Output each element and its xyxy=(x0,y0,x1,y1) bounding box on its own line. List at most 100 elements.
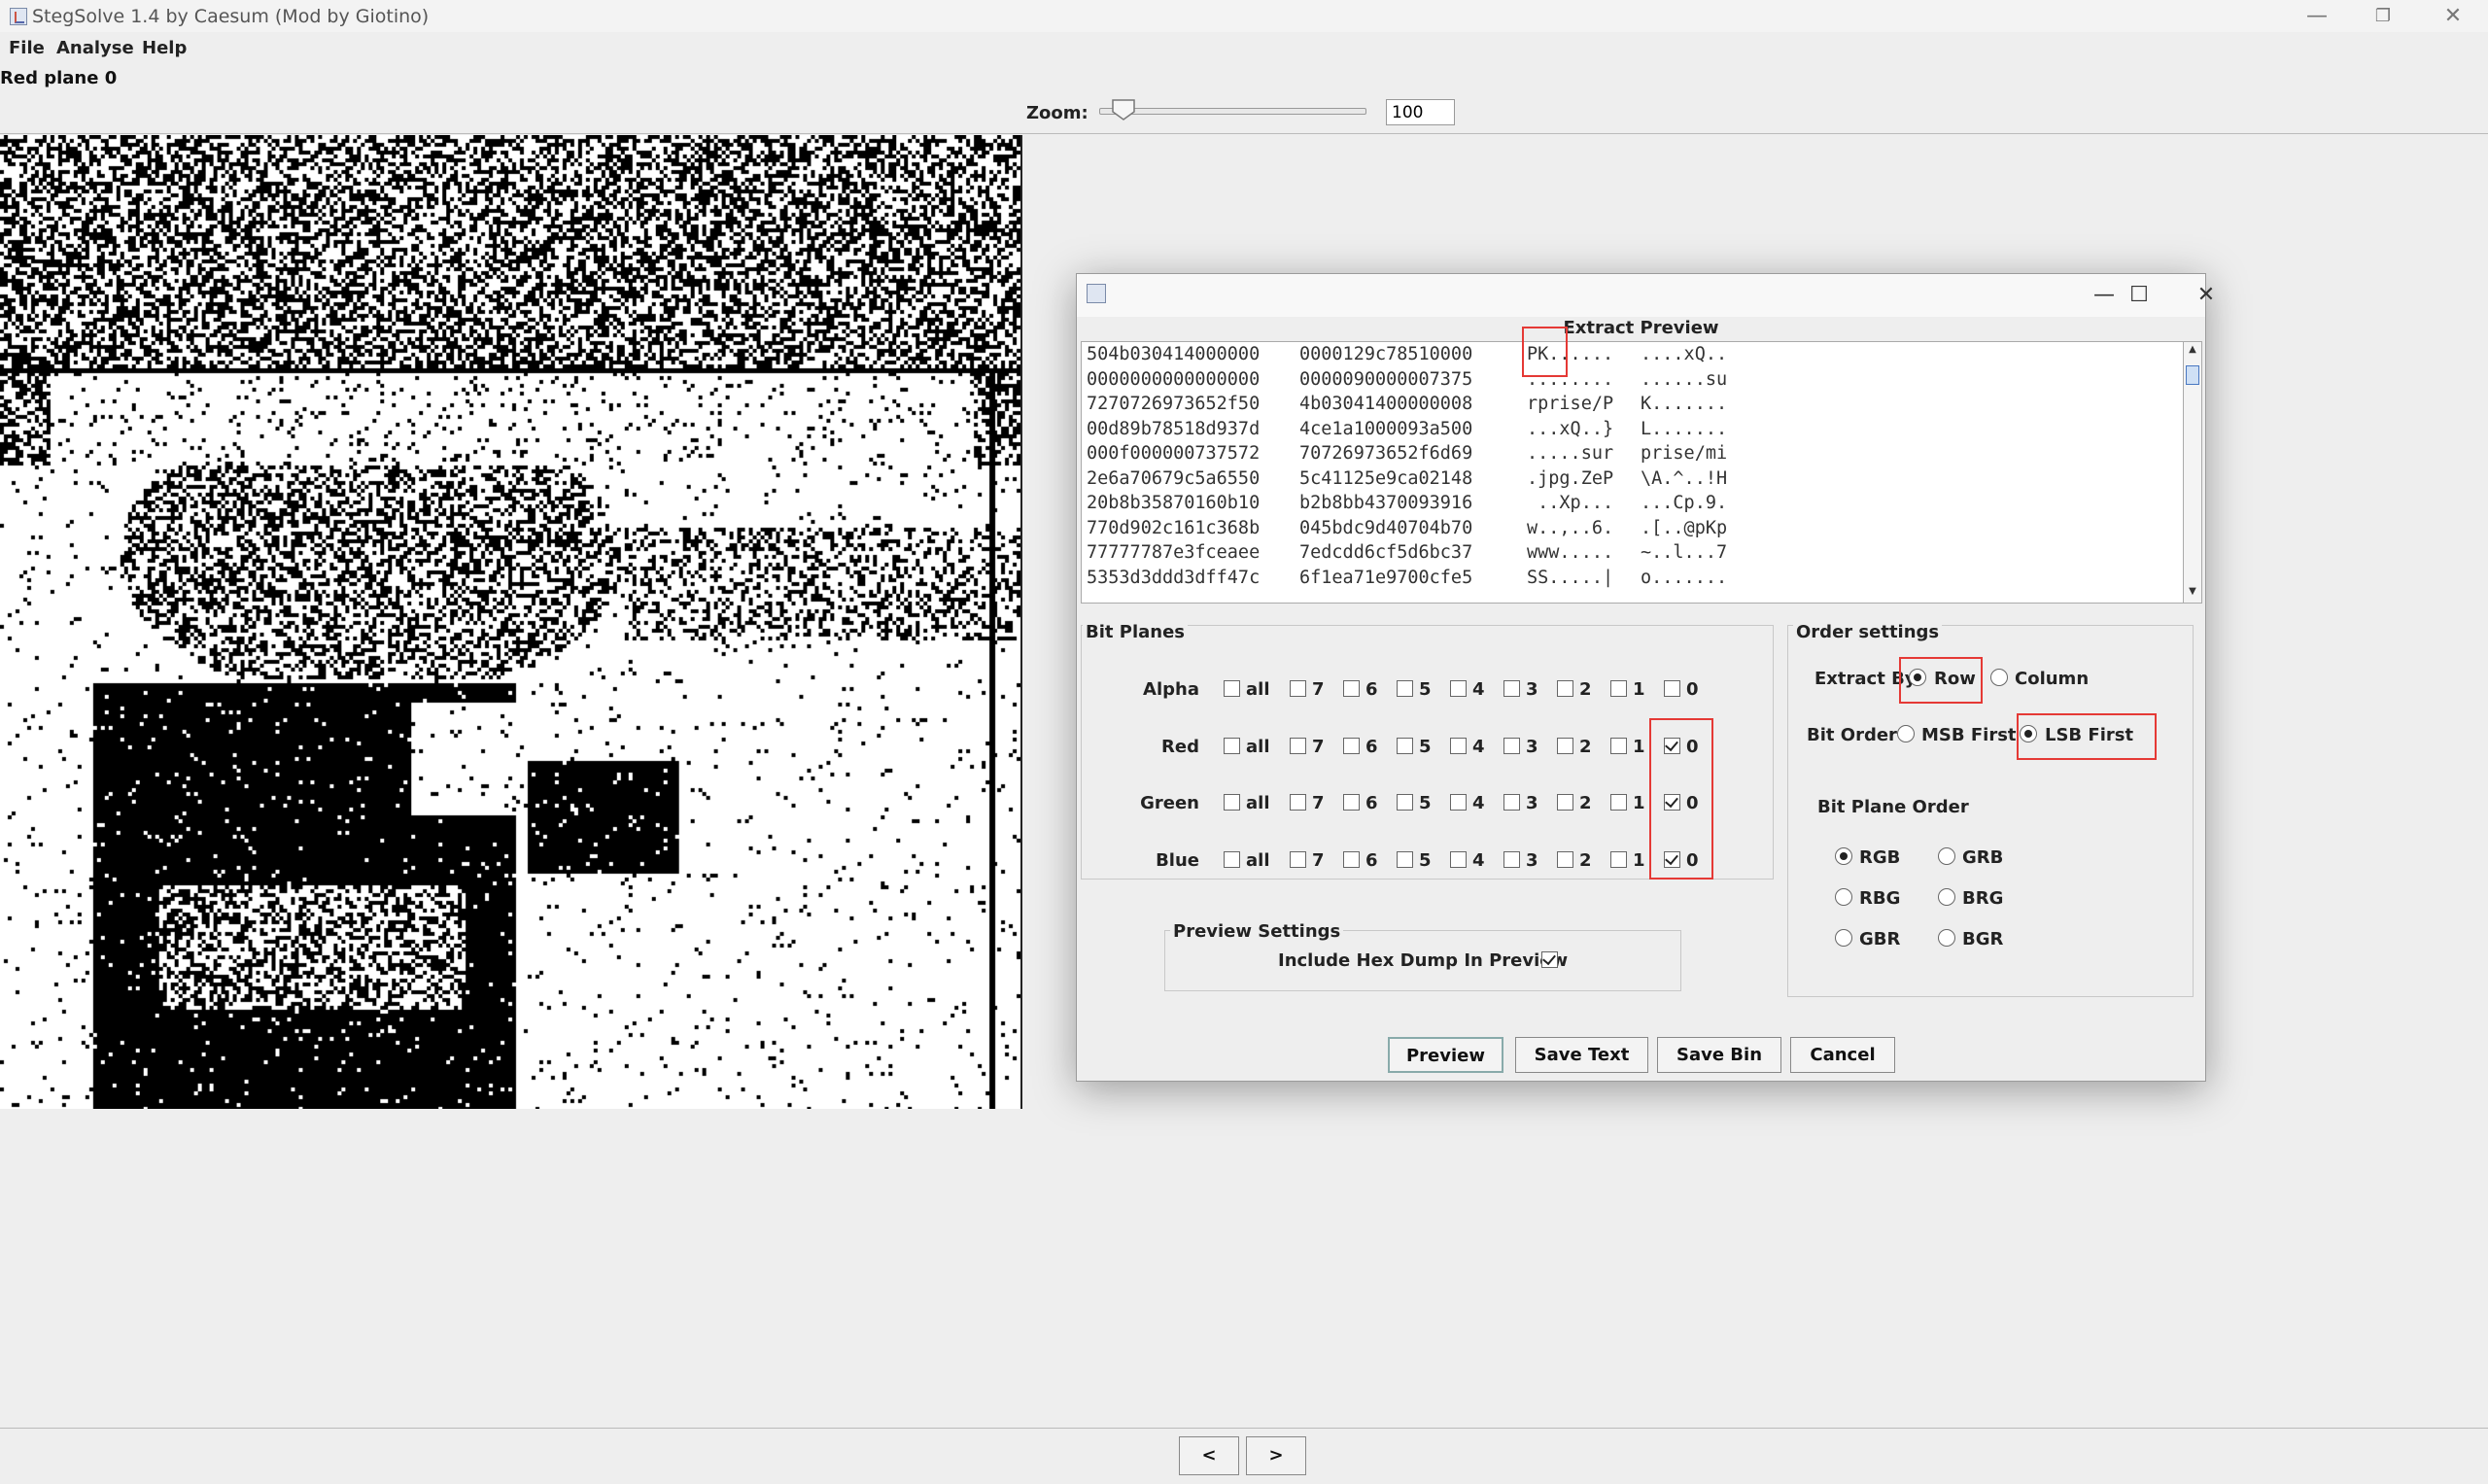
menu-help[interactable]: Help xyxy=(142,38,187,58)
scroll-thumb[interactable] xyxy=(2186,365,2199,385)
red-bit-4-label[interactable]: 4 xyxy=(1472,737,1485,757)
blue-bit-4-label[interactable]: 4 xyxy=(1472,850,1485,871)
plane-order-rbg-label[interactable]: RBG xyxy=(1859,888,1900,909)
alpha-bit-6-checkbox[interactable] xyxy=(1343,680,1360,697)
green-bit-5-checkbox[interactable] xyxy=(1397,794,1413,811)
dialog-maximize-button[interactable]: ☐ xyxy=(2106,274,2172,317)
hexdump-label[interactable]: Include Hex Dump In Preview xyxy=(1278,950,1568,971)
hexdump-checkbox[interactable] xyxy=(1541,951,1558,968)
red-bit-6-label[interactable]: 6 xyxy=(1365,737,1378,757)
alpha-bit-5-label[interactable]: 5 xyxy=(1419,679,1432,700)
menu-analyse[interactable]: Analyse xyxy=(56,38,134,58)
blue-bit-7-checkbox[interactable] xyxy=(1290,851,1306,868)
alpha-bit-2-checkbox[interactable] xyxy=(1557,680,1573,697)
red-bit-3-label[interactable]: 3 xyxy=(1526,737,1538,757)
green-bit-5-label[interactable]: 5 xyxy=(1419,793,1432,813)
minimize-button[interactable]: — xyxy=(2284,0,2350,32)
green-bit-1-checkbox[interactable] xyxy=(1610,794,1627,811)
close-button[interactable]: ✕ xyxy=(2420,0,2486,32)
green-bit-all-label[interactable]: all xyxy=(1246,793,1270,813)
blue-bit-5-label[interactable]: 5 xyxy=(1419,850,1432,871)
blue-bit-4-checkbox[interactable] xyxy=(1450,851,1467,868)
plane-order-rbg-radio[interactable] xyxy=(1835,888,1852,906)
alpha-bit-2-label[interactable]: 2 xyxy=(1579,679,1592,700)
red-bit-4-checkbox[interactable] xyxy=(1450,738,1467,754)
blue-bit-6-checkbox[interactable] xyxy=(1343,851,1360,868)
preview-button[interactable]: Preview xyxy=(1388,1037,1503,1073)
cancel-button[interactable]: Cancel xyxy=(1790,1037,1895,1073)
green-bit-4-label[interactable]: 4 xyxy=(1472,793,1485,813)
save-bin-button[interactable]: Save Bin xyxy=(1657,1037,1781,1073)
alpha-bit-0-checkbox[interactable] xyxy=(1664,680,1680,697)
red-bit-1-checkbox[interactable] xyxy=(1610,738,1627,754)
alpha-bit-all-label[interactable]: all xyxy=(1246,679,1270,700)
alpha-bit-all-checkbox[interactable] xyxy=(1224,680,1240,697)
prev-button[interactable]: < xyxy=(1179,1436,1239,1475)
red-bit-1-label[interactable]: 1 xyxy=(1633,737,1645,757)
plane-order-rgb-label[interactable]: RGB xyxy=(1859,847,1900,868)
green-bit-all-checkbox[interactable] xyxy=(1224,794,1240,811)
plane-order-gbr-label[interactable]: GBR xyxy=(1859,929,1900,949)
alpha-bit-5-checkbox[interactable] xyxy=(1397,680,1413,697)
msb-first-radio[interactable] xyxy=(1897,725,1915,742)
plane-order-brg-radio[interactable] xyxy=(1938,888,1955,906)
blue-bit-6-label[interactable]: 6 xyxy=(1365,850,1378,871)
green-bit-1-label[interactable]: 1 xyxy=(1633,793,1645,813)
alpha-bit-7-label[interactable]: 7 xyxy=(1312,679,1325,700)
blue-bit-2-checkbox[interactable] xyxy=(1557,851,1573,868)
menu-file[interactable]: File xyxy=(9,38,45,58)
green-bit-7-label[interactable]: 7 xyxy=(1312,793,1325,813)
red-bit-5-label[interactable]: 5 xyxy=(1419,737,1432,757)
alpha-bit-1-checkbox[interactable] xyxy=(1610,680,1627,697)
red-bit-3-checkbox[interactable] xyxy=(1503,738,1520,754)
hex-preview-pane[interactable]: 504b030414000000 0000129c78510000 PK......… xyxy=(1081,341,2194,604)
zoom-slider[interactable] xyxy=(1099,108,1366,115)
red-bit-all-label[interactable]: all xyxy=(1246,737,1270,757)
plane-order-rgb-radio[interactable] xyxy=(1835,847,1852,865)
plane-order-grb-label[interactable]: GRB xyxy=(1962,847,2003,868)
plane-order-gbr-radio[interactable] xyxy=(1835,929,1852,947)
green-bit-2-checkbox[interactable] xyxy=(1557,794,1573,811)
blue-bit-all-label[interactable]: all xyxy=(1246,850,1270,871)
green-bit-3-label[interactable]: 3 xyxy=(1526,793,1538,813)
alpha-bit-6-label[interactable]: 6 xyxy=(1365,679,1378,700)
save-text-button[interactable]: Save Text xyxy=(1515,1037,1648,1073)
blue-bit-all-checkbox[interactable] xyxy=(1224,851,1240,868)
blue-bit-7-label[interactable]: 7 xyxy=(1312,850,1325,871)
red-bit-7-label[interactable]: 7 xyxy=(1312,737,1325,757)
red-bit-2-label[interactable]: 2 xyxy=(1579,737,1592,757)
alpha-bit-0-label[interactable]: 0 xyxy=(1686,679,1699,700)
green-bit-7-checkbox[interactable] xyxy=(1290,794,1306,811)
plane-order-grb-radio[interactable] xyxy=(1938,847,1955,865)
blue-bit-1-label[interactable]: 1 xyxy=(1633,850,1645,871)
red-bit-all-checkbox[interactable] xyxy=(1224,738,1240,754)
alpha-bit-7-checkbox[interactable] xyxy=(1290,680,1306,697)
dialog-close-button[interactable]: ✕ xyxy=(2173,274,2239,317)
red-bit-6-checkbox[interactable] xyxy=(1343,738,1360,754)
zoom-slider-thumb[interactable] xyxy=(1111,99,1136,121)
blue-bit-5-checkbox[interactable] xyxy=(1397,851,1413,868)
extract-by-column-label[interactable]: Column xyxy=(2015,669,2089,689)
alpha-bit-3-label[interactable]: 3 xyxy=(1526,679,1538,700)
red-bit-7-checkbox[interactable] xyxy=(1290,738,1306,754)
red-bit-2-checkbox[interactable] xyxy=(1557,738,1573,754)
blue-bit-3-label[interactable]: 3 xyxy=(1526,850,1538,871)
msb-first-label[interactable]: MSB First xyxy=(1921,725,2017,745)
blue-bit-3-checkbox[interactable] xyxy=(1503,851,1520,868)
red-bit-5-checkbox[interactable] xyxy=(1397,738,1413,754)
green-bit-4-checkbox[interactable] xyxy=(1450,794,1467,811)
scroll-down-icon[interactable]: ▼ xyxy=(2186,586,2199,600)
alpha-bit-1-label[interactable]: 1 xyxy=(1633,679,1645,700)
plane-order-brg-label[interactable]: BRG xyxy=(1962,888,2003,909)
hex-scrollbar[interactable]: ▲ ▼ xyxy=(2183,341,2202,604)
alpha-bit-3-checkbox[interactable] xyxy=(1503,680,1520,697)
restore-button[interactable]: ❐ xyxy=(2350,0,2416,32)
zoom-input[interactable] xyxy=(1386,99,1455,125)
alpha-bit-4-checkbox[interactable] xyxy=(1450,680,1467,697)
blue-bit-1-checkbox[interactable] xyxy=(1610,851,1627,868)
green-bit-6-checkbox[interactable] xyxy=(1343,794,1360,811)
green-bit-6-label[interactable]: 6 xyxy=(1365,793,1378,813)
blue-bit-2-label[interactable]: 2 xyxy=(1579,850,1592,871)
plane-order-bgr-radio[interactable] xyxy=(1938,929,1955,947)
scroll-up-icon[interactable]: ▲ xyxy=(2186,344,2199,358)
